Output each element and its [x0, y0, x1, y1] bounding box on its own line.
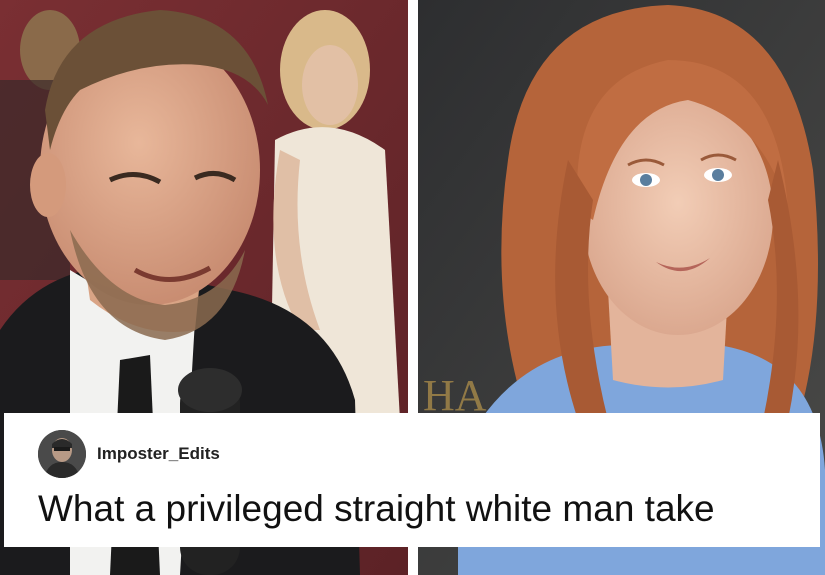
avatar[interactable] [38, 430, 86, 478]
user-avatar-icon [38, 430, 86, 478]
comment-text: What a privileged straight white man tak… [38, 488, 715, 529]
comment-card: Imposter_Edits What a privileged straigh… [4, 413, 820, 547]
username[interactable]: Imposter_Edits [97, 444, 220, 464]
